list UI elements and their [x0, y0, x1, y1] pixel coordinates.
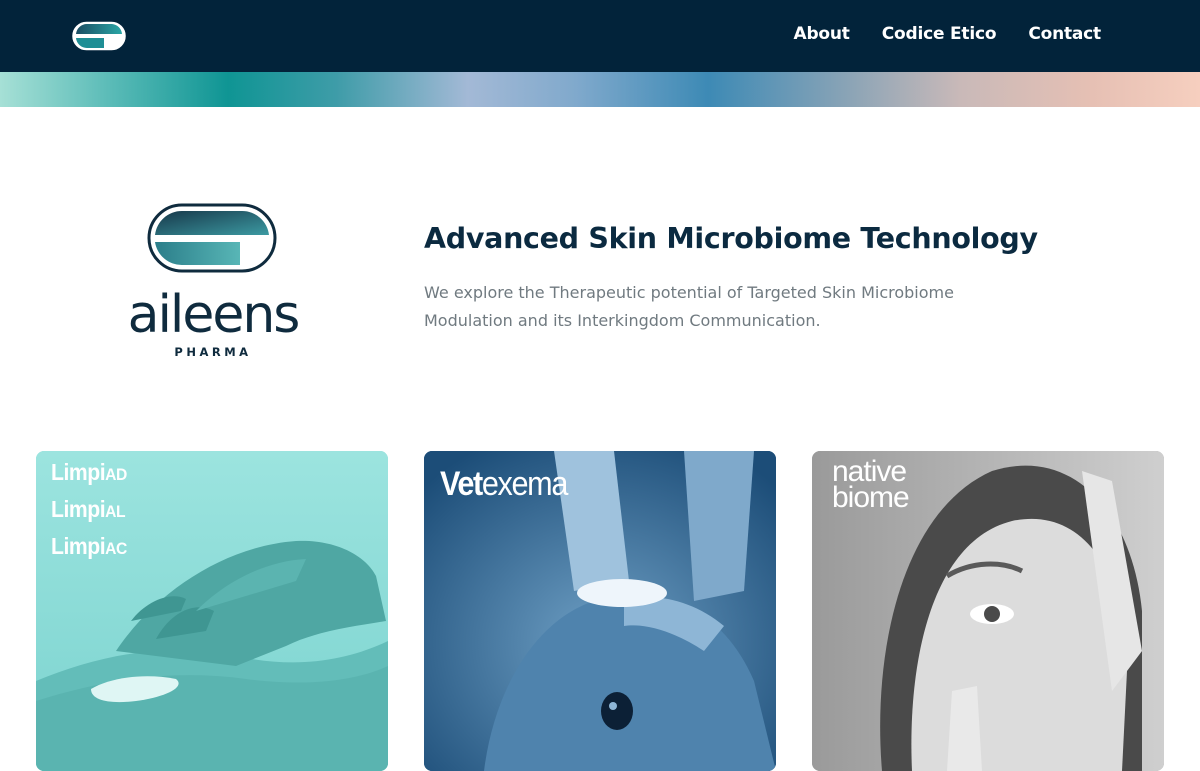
product-card-native-biome[interactable]: native biome	[812, 451, 1164, 771]
aileens-logo-icon[interactable]	[72, 21, 126, 51]
brand-limpi-ac: LimpiAC	[51, 533, 127, 559]
brand-native-biome: native biome	[832, 455, 910, 514]
aileens-pharma-logo: aileens PHARMA	[128, 203, 300, 359]
brand-vetexema: Vetexema	[440, 465, 568, 503]
hero-title: Advanced Skin Microbiome Technology	[424, 222, 1038, 255]
gradient-banner	[0, 72, 1200, 107]
main-nav: About Codice Etico Contact	[793, 24, 1101, 44]
product-card-limpi[interactable]: LimpiAD LimpiAL LimpiAC	[36, 451, 388, 771]
nav-link-contact[interactable]: Contact	[1028, 24, 1101, 44]
nav-link-about[interactable]: About	[793, 24, 849, 44]
brand-limpi-ad: LimpiAD	[51, 459, 127, 485]
brand-subtitle: PHARMA	[174, 345, 251, 359]
nav-link-codice-etico[interactable]: Codice Etico	[882, 24, 997, 44]
product-card-vetexema[interactable]: Vetexema	[424, 451, 776, 771]
top-navigation-bar: About Codice Etico Contact	[0, 0, 1200, 72]
brand-wordmark: aileens	[128, 285, 299, 345]
hero-description: We explore the Therapeutic potential of …	[424, 283, 954, 330]
brand-limpi-al: LimpiAL	[51, 496, 126, 522]
